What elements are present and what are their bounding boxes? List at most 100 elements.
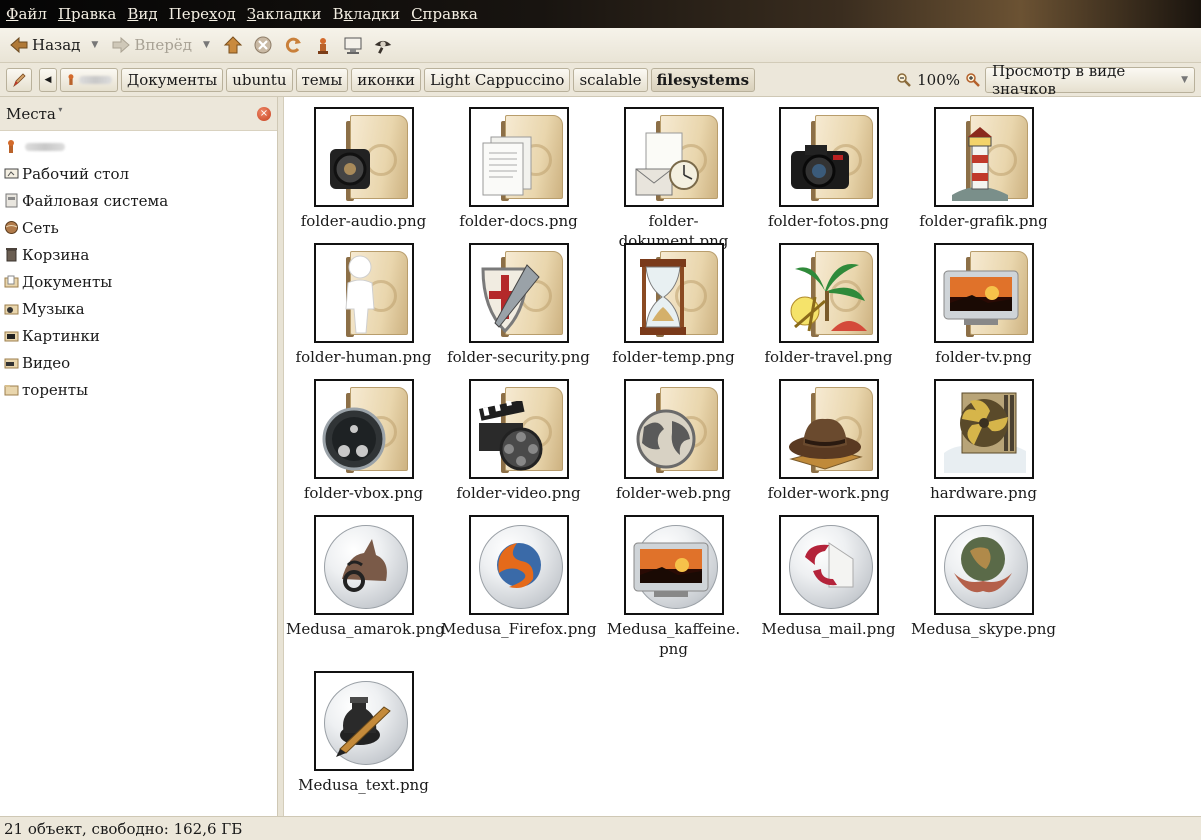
menu-5[interactable]: Вкладки bbox=[333, 5, 401, 23]
folder-documents-icon bbox=[4, 274, 19, 289]
file-item[interactable]: folder-audio.png bbox=[286, 97, 441, 231]
file-thumbnail bbox=[623, 379, 724, 479]
file-item[interactable]: Medusa_text.png bbox=[286, 661, 441, 795]
sidebar-item[interactable]: Музыка bbox=[0, 295, 277, 322]
file-item[interactable]: folder-tv.png bbox=[906, 233, 1061, 367]
breadcrumb-scroll-left[interactable]: ◀ bbox=[39, 67, 57, 92]
sidebar-item-label: Корзина bbox=[22, 245, 90, 264]
sidebar-item[interactable]: Файловая система bbox=[0, 187, 277, 214]
sidebar-item[interactable]: Видео bbox=[0, 349, 277, 376]
blurred-username bbox=[78, 75, 112, 84]
filesystem-icon bbox=[4, 193, 19, 208]
file-name: folder-video.png bbox=[456, 484, 581, 502]
breadcrumb-home[interactable] bbox=[60, 67, 118, 92]
forward-history-dropdown[interactable]: ▼ bbox=[203, 40, 210, 50]
breadcrumb-item[interactable]: иконки bbox=[351, 67, 422, 92]
sidebar-type-dropdown[interactable]: Места ▾ bbox=[6, 105, 62, 123]
sidebar-item[interactable]: торенты bbox=[0, 376, 277, 403]
zoom-in-icon[interactable] bbox=[965, 72, 981, 88]
file-thumbnail bbox=[313, 243, 414, 343]
up-button[interactable] bbox=[220, 31, 246, 59]
search-button[interactable] bbox=[370, 31, 396, 59]
file-thumbnail bbox=[778, 515, 879, 615]
file-name: Medusa_kaffeine. png bbox=[606, 620, 741, 658]
file-item[interactable]: folder-docs.png bbox=[441, 97, 596, 231]
chevron-down-icon: ▼ bbox=[1181, 75, 1188, 85]
back-history-dropdown[interactable]: ▼ bbox=[91, 40, 98, 50]
menu-1[interactable]: Правка bbox=[58, 5, 116, 23]
file-item[interactable]: folder-human.png bbox=[286, 233, 441, 367]
breadcrumb-item[interactable]: Light Cappuccino bbox=[424, 67, 571, 92]
menu-4[interactable]: Закладки bbox=[247, 5, 322, 23]
file-thumbnail bbox=[933, 379, 1034, 479]
sidebar-item[interactable]: Корзина bbox=[0, 241, 277, 268]
file-item[interactable]: folder-security.png bbox=[441, 233, 596, 367]
breadcrumb-item[interactable]: Документы bbox=[121, 67, 224, 92]
toolbar: Назад ▼ Вперёд ▼ bbox=[0, 28, 1201, 63]
file-item[interactable]: Medusa_Firefox.png bbox=[441, 505, 597, 639]
icon-view[interactable]: folder-audio.png folder-docs.png folder-do… bbox=[284, 97, 1201, 816]
file-thumbnail bbox=[468, 379, 569, 479]
home-button[interactable] bbox=[310, 31, 336, 59]
file-item[interactable]: folder-vbox.png bbox=[286, 369, 441, 503]
file-name: folder-travel.png bbox=[764, 348, 893, 366]
sidebar-item[interactable] bbox=[0, 133, 277, 160]
sidebar-item[interactable]: Документы bbox=[0, 268, 277, 295]
computer-button[interactable] bbox=[340, 31, 366, 59]
file-name: Medusa_skype.png bbox=[910, 620, 1056, 638]
file-item[interactable]: folder-fotos.png bbox=[751, 97, 906, 231]
file-item[interactable]: folder-temp.png bbox=[596, 233, 751, 367]
toggle-location-button[interactable] bbox=[6, 67, 32, 92]
up-arrow-icon bbox=[223, 36, 243, 54]
menu-0[interactable]: Файл bbox=[6, 5, 47, 23]
file-item[interactable]: folder-web.png bbox=[596, 369, 751, 503]
breadcrumb-item[interactable]: filesystems bbox=[650, 67, 756, 92]
menu-3[interactable]: Переход bbox=[169, 5, 236, 23]
file-item[interactable]: folder-video.png bbox=[441, 369, 596, 503]
breadcrumb-item[interactable]: темы bbox=[295, 67, 349, 92]
status-text: 21 объект, свободно: 162,6 ГБ bbox=[4, 819, 243, 838]
home-icon bbox=[317, 38, 328, 54]
file-item[interactable]: folder-travel.png bbox=[751, 233, 906, 367]
breadcrumb-item[interactable]: scalable bbox=[573, 67, 648, 92]
menu-6[interactable]: Справка bbox=[411, 5, 478, 23]
reload-button[interactable] bbox=[280, 31, 306, 59]
trash-icon bbox=[4, 247, 19, 262]
file-item[interactable]: Medusa_amarok.png bbox=[286, 505, 445, 639]
menu-2[interactable]: Вид bbox=[127, 5, 157, 23]
file-thumbnail bbox=[313, 379, 414, 479]
file-name: Medusa_amarok.png bbox=[286, 620, 445, 638]
zoom-control: 100% Просмотр в виде значков ▼ bbox=[896, 62, 1201, 98]
back-label: Назад bbox=[32, 36, 81, 54]
file-item[interactable]: Medusa_kaffeine. png bbox=[596, 505, 751, 659]
sidebar-item-label: Документы bbox=[22, 272, 113, 291]
forward-button[interactable]: Вперёд bbox=[108, 31, 195, 59]
file-item[interactable]: Medusa_skype.png bbox=[906, 505, 1061, 639]
forward-label: Вперёд bbox=[134, 36, 192, 54]
file-item[interactable]: Medusa_mail.png bbox=[751, 505, 906, 639]
sidebar-item-label: Файловая система bbox=[22, 191, 169, 210]
file-thumbnail bbox=[933, 243, 1034, 343]
breadcrumb-item[interactable]: ubuntu bbox=[226, 67, 293, 92]
zoom-out-icon[interactable] bbox=[896, 72, 912, 88]
view-mode-select[interactable]: Просмотр в виде значков ▼ bbox=[985, 62, 1195, 98]
file-item[interactable]: folder-grafik.png bbox=[906, 97, 1061, 231]
file-name: folder-fotos.png bbox=[767, 212, 890, 230]
sidebar-item[interactable]: Сеть bbox=[0, 214, 277, 241]
folder-music-icon bbox=[4, 301, 19, 316]
places-list: Рабочий стол Файловая система Сеть Корзина Д… bbox=[0, 131, 277, 403]
file-item[interactable]: folder-dokument.png bbox=[596, 97, 751, 251]
zoom-level[interactable]: 100% bbox=[917, 71, 960, 89]
file-name: hardware.png bbox=[930, 484, 1037, 502]
chevron-down-icon: ▾ bbox=[55, 104, 63, 114]
sidebar-item[interactable]: Картинки bbox=[0, 322, 277, 349]
folder-pictures-icon bbox=[4, 328, 19, 343]
file-item[interactable]: hardware.png bbox=[906, 369, 1061, 503]
back-button[interactable]: Назад bbox=[6, 31, 83, 59]
sidebar-item[interactable]: Рабочий стол bbox=[0, 160, 277, 187]
close-sidebar-icon[interactable]: × bbox=[257, 106, 271, 121]
stop-button[interactable] bbox=[250, 31, 276, 59]
view-mode-label: Просмотр в виде значков bbox=[992, 62, 1126, 98]
file-name: folder-human.png bbox=[295, 348, 432, 366]
file-item[interactable]: folder-work.png bbox=[751, 369, 906, 503]
